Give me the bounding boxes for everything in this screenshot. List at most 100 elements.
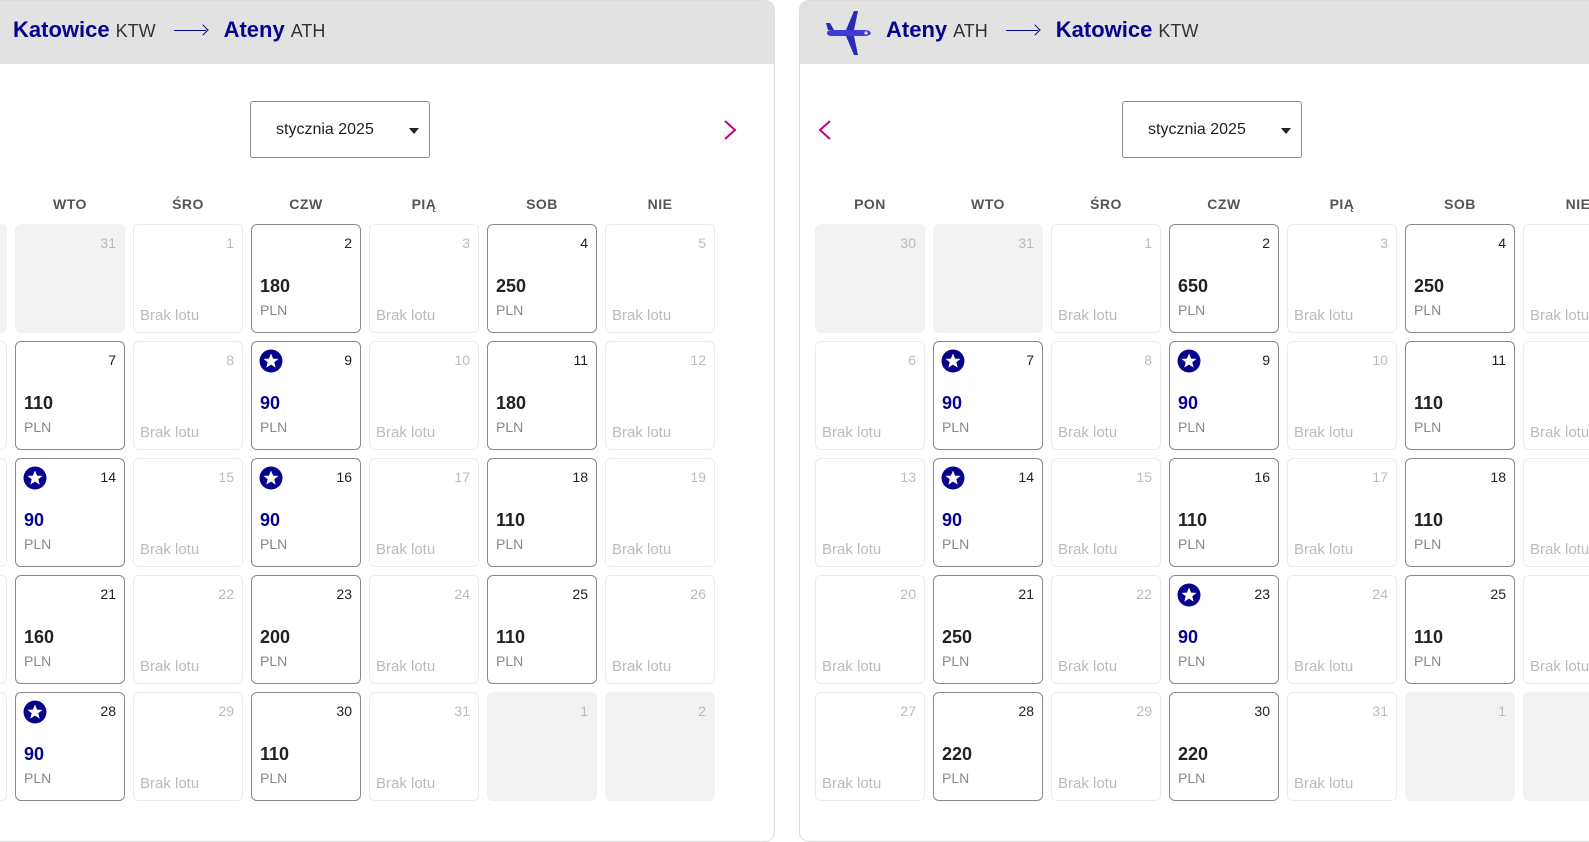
calendar-day-cell[interactable]: 4 250 PLN [487, 224, 597, 333]
calendar-day-cell[interactable]: 9 90 PLN [251, 341, 361, 450]
day-number: 8 [1144, 352, 1152, 368]
calendar-day-cell[interactable]: 28 220 PLN [933, 692, 1043, 801]
calendar-day-cell[interactable]: 25 110 PLN [487, 575, 597, 684]
destination-city: Ateny [223, 17, 285, 42]
no-flight-label: Brak lotu [140, 307, 200, 324]
fare-price: 90 [942, 510, 963, 530]
calendar-day-cell[interactable]: 11 180 PLN [487, 341, 597, 450]
calendar-day-cell[interactable]: 23 200 PLN [251, 575, 361, 684]
day-number: 30 [900, 235, 916, 251]
deal-star-icon [941, 349, 965, 373]
day-number: 16 [336, 469, 352, 485]
fare-price: 110 [24, 393, 54, 413]
calendar-day-cell[interactable]: 14 90 PLN [933, 458, 1043, 567]
calendar-day-cell[interactable]: 25 110 PLN [1405, 575, 1515, 684]
calendar-day-cell[interactable]: 21 250 PLN [933, 575, 1043, 684]
calendar-day-cell: 1 [1405, 692, 1515, 801]
weekday-header: PON [854, 196, 886, 212]
fare-currency: PLN [260, 653, 288, 669]
day-number: 10 [1372, 352, 1388, 368]
weekday-header: NIE [1565, 196, 1589, 212]
no-flight-label: Brak lotu [612, 307, 672, 324]
chevron-down-icon [409, 128, 419, 134]
calendar-day-cell: 6 Brak lotu [815, 341, 925, 450]
day-number: 12 [690, 352, 706, 368]
fare-price: 110 [1414, 627, 1444, 647]
day-number: 14 [100, 469, 116, 485]
calendar-day-cell: 30 [815, 224, 925, 333]
day-number: 9 [1262, 352, 1270, 368]
month-select[interactable]: stycznia 2025 [250, 101, 430, 158]
fare-currency: PLN [24, 770, 52, 786]
calendar-day-cell[interactable]: 28 90 PLN [15, 692, 125, 801]
calendar-day-cell: 22 Brak lotu [133, 575, 243, 684]
calendar-day-cell[interactable]: 4 250 PLN [1405, 224, 1515, 333]
day-number: 19 [690, 469, 706, 485]
chevron-down-icon [1281, 128, 1291, 134]
month-select[interactable]: stycznia 2025 [1122, 101, 1302, 158]
calendar-day-cell: 19Brak lotu [605, 458, 715, 567]
no-flight-label: Brak lotu [1058, 775, 1118, 792]
no-flight-label: Brak lotu [376, 775, 436, 792]
calendar-day-cell: 26 Brak lotu [605, 575, 715, 684]
calendar-day-cell[interactable]: 16 90 PLN [251, 458, 361, 567]
calendar-day-cell: 2 [605, 692, 715, 801]
calendar-day-cell[interactable]: 11 110 PLN [1405, 341, 1515, 450]
calendar-day-cell: 10 Brak lotu [369, 341, 479, 450]
previous-month-chevron-icon[interactable] [812, 117, 838, 143]
day-number: 28 [1018, 703, 1034, 719]
day-number: 22 [1136, 586, 1152, 602]
calendar-day-cell[interactable]: 23 90 PLN [1169, 575, 1279, 684]
next-month-chevron-icon[interactable] [717, 117, 743, 143]
day-number: 21 [100, 586, 116, 602]
calendar-day-cell[interactable]: 9 90 PLN [1169, 341, 1279, 450]
day-number: 17 [1372, 469, 1388, 485]
fare-currency: PLN [496, 302, 524, 318]
route-header: Ateny ATH Katowice KTW [800, 1, 1589, 64]
day-number: 24 [454, 586, 470, 602]
day-number: 1 [1144, 235, 1152, 251]
calendar-day-cell: 12Brak lotu [605, 341, 715, 450]
day-number: 26 [690, 586, 706, 602]
calendar-day-cell[interactable]: 30 110 PLN [251, 692, 361, 801]
calendar-day-cell[interactable]: 7 90 PLN [933, 341, 1043, 450]
deal-star-icon [23, 466, 47, 490]
no-flight-label: Brak lotu [376, 307, 436, 324]
calendar-day-cell: 12Brak lotu [1523, 341, 1589, 450]
calendar-day-cell[interactable]: 14 90 PLN [15, 458, 125, 567]
weekday-header: NIE [647, 196, 673, 212]
calendar-day-cell: 27 Brak lotu [815, 692, 925, 801]
deal-star-icon [1177, 583, 1201, 607]
fare-price: 90 [24, 744, 45, 764]
calendar-day-cell[interactable]: 2 650 PLN [1169, 224, 1279, 333]
day-number: 30 [1254, 703, 1270, 719]
day-number: 1 [226, 235, 234, 251]
airplane-icon [826, 11, 871, 55]
calendar-day-cell[interactable]: 21 160 PLN [15, 575, 125, 684]
calendar-day-cell[interactable]: 18 110 PLN [1405, 458, 1515, 567]
fare-price: 90 [260, 510, 281, 530]
fare-price: 90 [1178, 627, 1199, 647]
destination-code: ATH [290, 21, 326, 41]
calendar-day-cell: 31 Brak lotu [1287, 692, 1397, 801]
calendar-day-cell[interactable]: 16 110 PLN [1169, 458, 1279, 567]
no-flight-label: Brak lotu [822, 424, 882, 441]
route-title: Ateny ATH Katowice KTW [886, 17, 1198, 43]
day-number: 14 [1018, 469, 1034, 485]
calendar-day-cell: 29 Brak lotu [133, 692, 243, 801]
day-number: 15 [1136, 469, 1152, 485]
fare-price: 90 [942, 393, 963, 413]
calendar-day-cell[interactable]: 30 220 PLN [1169, 692, 1279, 801]
no-flight-label: Brak lotu [1530, 307, 1589, 324]
calendar-day-cell: 10 Brak lotu [1287, 341, 1397, 450]
no-flight-label: Brak lotu [376, 658, 436, 675]
day-number: 2 [698, 703, 706, 719]
calendar-day-cell[interactable]: 7 110 PLN [15, 341, 125, 450]
calendar-day-cell: 19Brak lotu [1523, 458, 1589, 567]
calendar-day-cell[interactable]: 2 180 PLN [251, 224, 361, 333]
fare-currency: PLN [942, 536, 970, 552]
route-header: Katowice KTW Ateny ATH [0, 1, 774, 64]
no-flight-label: Brak lotu [822, 658, 882, 675]
fare-currency: PLN [1414, 419, 1442, 435]
calendar-day-cell[interactable]: 18 110 PLN [487, 458, 597, 567]
